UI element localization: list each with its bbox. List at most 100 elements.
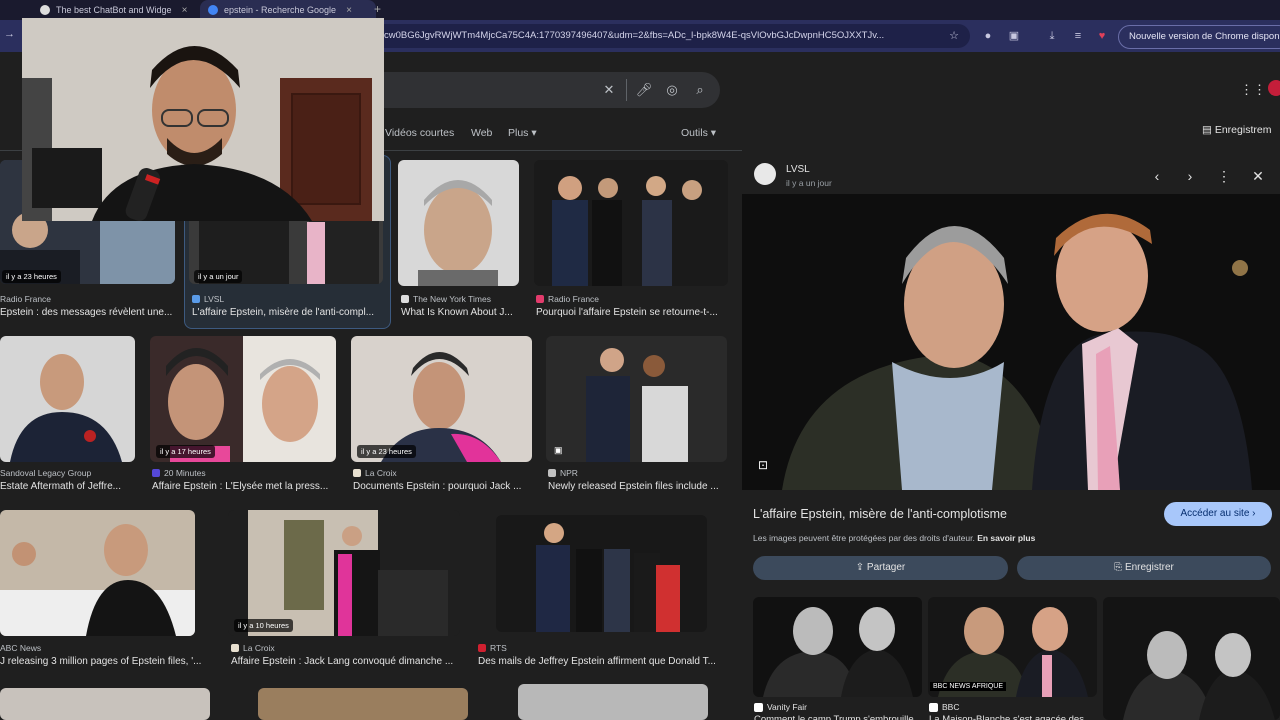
result-image[interactable] bbox=[351, 336, 532, 462]
share-icon: ⇪ bbox=[855, 562, 867, 573]
extension-icon[interactable]: ● bbox=[980, 28, 996, 44]
related-source: Vanity Fair bbox=[754, 702, 807, 712]
url-text[interactable]: cw0BG6JgvRWjWTm4MjcCa75C4A:1770397496407… bbox=[384, 24, 944, 48]
bbc-favicon-icon bbox=[929, 702, 938, 712]
panel-source[interactable]: LVSL bbox=[786, 164, 810, 175]
avatar[interactable] bbox=[1268, 80, 1280, 96]
result-title[interactable]: J releasing 3 million pages of Epstein f… bbox=[0, 656, 210, 667]
result-source: NPR bbox=[548, 468, 578, 478]
result-source: 20 Minutes bbox=[152, 468, 206, 478]
result-image[interactable] bbox=[258, 688, 468, 720]
result-title[interactable]: What Is Known About J... bbox=[401, 307, 519, 318]
result-title[interactable]: Affaire Epstein : Jack Lang convoqué dim… bbox=[231, 656, 461, 667]
panel-title[interactable]: L'affaire Epstein, misère de l'anti-comp… bbox=[753, 507, 1007, 521]
saved-button[interactable]: ▤ Enregistrem bbox=[1202, 124, 1271, 136]
visit-site-button[interactable]: Accéder au site › bbox=[1164, 502, 1272, 526]
result-image[interactable] bbox=[546, 336, 727, 462]
tab-chatbot[interactable]: The best ChatBot and Widge × bbox=[40, 0, 187, 20]
result-image[interactable] bbox=[0, 688, 210, 720]
search-icon[interactable]: ⌕ bbox=[691, 81, 709, 99]
webcam-overlay bbox=[22, 18, 384, 221]
profile-extension-icon[interactable]: ♥ bbox=[1094, 28, 1110, 44]
puzzle-icon[interactable]: ▣ bbox=[1006, 28, 1022, 44]
bookmark-icon: ▤ bbox=[1202, 124, 1215, 136]
tab-web[interactable]: Web bbox=[471, 127, 492, 139]
download-icon[interactable]: ⤓ bbox=[1044, 28, 1060, 44]
tab-short-videos[interactable]: Vidéos courtes bbox=[385, 127, 454, 139]
lens-icon[interactable]: ⊡ bbox=[758, 458, 768, 472]
result-image[interactable] bbox=[0, 510, 195, 636]
result-image[interactable] bbox=[398, 160, 519, 286]
result-image[interactable] bbox=[228, 510, 460, 636]
result-source: Radio France bbox=[0, 294, 52, 304]
close-icon[interactable]: × bbox=[182, 5, 188, 16]
preview-image[interactable] bbox=[742, 194, 1280, 490]
rts-favicon-icon bbox=[478, 644, 486, 652]
result-source: La Croix bbox=[353, 468, 397, 478]
result-source: Sandoval Legacy Group bbox=[0, 468, 92, 478]
google-favicon-icon bbox=[208, 5, 218, 15]
result-title[interactable]: Pourquoi l'affaire Epstein se retourne-t… bbox=[536, 307, 726, 318]
result-title[interactable]: Documents Epstein : pourquoi Jack ... bbox=[353, 481, 533, 492]
forward-icon[interactable]: → bbox=[4, 28, 15, 40]
related-source: BBC bbox=[929, 702, 959, 712]
npr-favicon-icon bbox=[548, 469, 556, 477]
bbc-news-logo: BBC NEWS AFRIQUE bbox=[930, 682, 1007, 691]
microphone-icon[interactable]: 🎤︎ bbox=[635, 81, 653, 99]
time-badge: il y a un jour bbox=[194, 270, 243, 283]
result-source: Radio France bbox=[536, 294, 599, 304]
result-source: ABC News bbox=[0, 643, 42, 653]
new-tab-icon[interactable]: + bbox=[374, 2, 381, 16]
time-badge: il y a 23 heures bbox=[2, 270, 61, 283]
chatbot-favicon-icon bbox=[40, 5, 50, 15]
close-icon[interactable]: × bbox=[346, 5, 352, 16]
lvsl-logo-icon bbox=[754, 163, 776, 185]
lens-icon[interactable]: ◎ bbox=[663, 81, 681, 99]
result-title[interactable]: Des mails de Jeffrey Epstein affirment q… bbox=[478, 656, 726, 667]
camera-icon: ▣ bbox=[554, 445, 563, 455]
related-image[interactable] bbox=[753, 597, 922, 697]
tab-title: The best ChatBot and Widge bbox=[56, 5, 172, 15]
bookmark-star-icon[interactable]: ☆ bbox=[946, 28, 962, 44]
share-button[interactable]: ⇪ Partager bbox=[753, 556, 1008, 580]
result-title[interactable]: Affaire Epstein : L'Elysée met la press.… bbox=[152, 481, 336, 492]
result-image[interactable] bbox=[518, 684, 708, 720]
bookmark-icon: ⎘ bbox=[1114, 562, 1125, 573]
20minutes-favicon-icon bbox=[152, 469, 160, 477]
radio-france-favicon-icon bbox=[536, 295, 544, 303]
related-title[interactable]: La Maison-Blanche s'est agacée des... bbox=[929, 714, 1097, 720]
result-source: La Croix bbox=[231, 643, 275, 653]
tab-google[interactable]: epstein - Recherche Google × bbox=[200, 0, 376, 20]
la-croix-favicon-icon bbox=[353, 469, 361, 477]
time-badge: il y a 10 heures bbox=[234, 619, 293, 632]
related-image[interactable] bbox=[1103, 597, 1280, 720]
tab-strip bbox=[0, 0, 1280, 20]
result-title[interactable]: L'affaire Epstein, misère de l'anti-comp… bbox=[192, 307, 382, 318]
result-source: LVSL bbox=[192, 294, 224, 304]
learn-more-link[interactable]: En savoir plus bbox=[977, 533, 1035, 543]
previous-icon[interactable]: ‹ bbox=[1149, 168, 1165, 184]
clear-icon[interactable]: ✕ bbox=[600, 81, 618, 99]
result-title[interactable]: Epstein : des messages révèlent une... bbox=[0, 307, 175, 318]
tab-more[interactable]: Plus ▾ bbox=[508, 127, 537, 139]
divider bbox=[626, 79, 627, 101]
result-image[interactable] bbox=[0, 336, 135, 462]
result-image[interactable] bbox=[496, 515, 707, 632]
media-icon[interactable]: ≡ bbox=[1070, 28, 1086, 44]
chrome-update-button[interactable]: Nouvelle version de Chrome dispon bbox=[1118, 25, 1280, 49]
result-title[interactable]: Estate Aftermath of Jeffre... bbox=[0, 481, 135, 492]
save-button[interactable]: ⎘ Enregistrer bbox=[1017, 556, 1271, 580]
copyright-notice: Les images peuvent être protégées par de… bbox=[753, 533, 1036, 543]
result-image[interactable] bbox=[150, 336, 336, 462]
lvsl-favicon-icon bbox=[192, 295, 200, 303]
result-source: The New York Times bbox=[401, 294, 491, 304]
more-options-icon[interactable]: ⋮ bbox=[1216, 168, 1232, 185]
tools-button[interactable]: Outils ▾ bbox=[681, 127, 716, 139]
result-image[interactable] bbox=[534, 160, 728, 286]
result-title[interactable]: Newly released Epstein files include ... bbox=[548, 481, 728, 492]
close-icon[interactable]: ✕ bbox=[1250, 168, 1266, 185]
next-icon[interactable]: › bbox=[1182, 168, 1198, 184]
related-title[interactable]: Comment le camp Trump s'embrouille... bbox=[754, 714, 922, 720]
time-badge: il y a 23 heures bbox=[357, 445, 416, 458]
panel-time: il y a un jour bbox=[786, 178, 832, 188]
